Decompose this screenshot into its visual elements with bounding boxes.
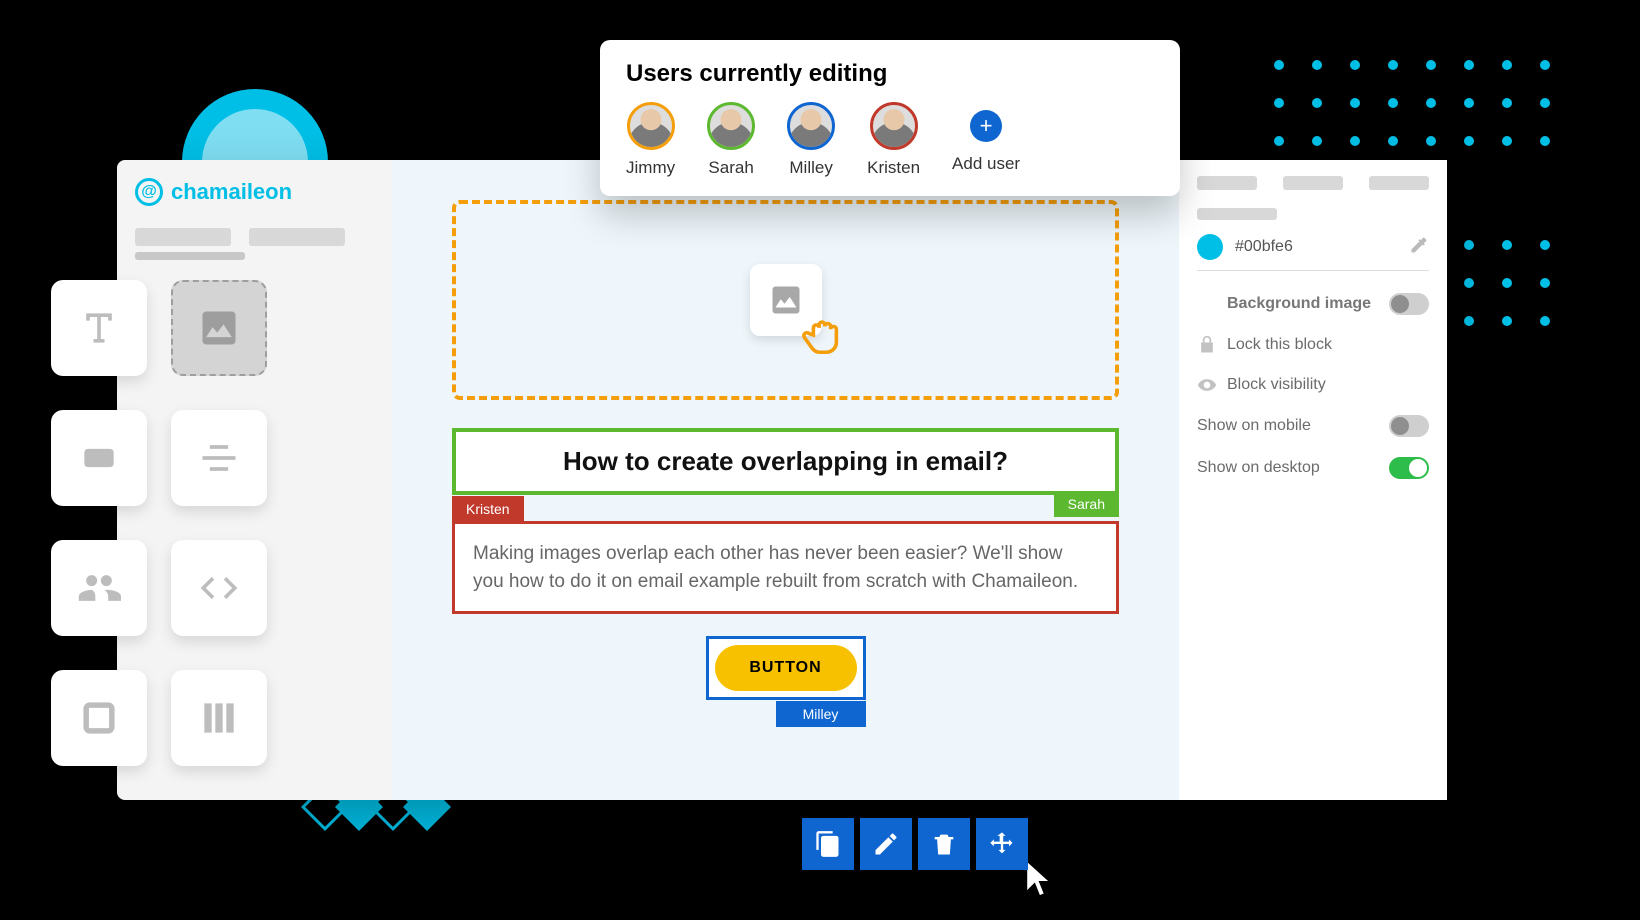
delete-button[interactable]: [918, 818, 970, 870]
body-block[interactable]: Kristen Making images overlap each other…: [452, 521, 1119, 614]
show-mobile-label: Show on mobile: [1197, 417, 1311, 435]
duplicate-button[interactable]: [802, 818, 854, 870]
show-mobile-row: Show on mobile: [1197, 415, 1429, 437]
avatar: [707, 102, 755, 150]
users-list: Jimmy Sarah Milley Kristen + Add user: [626, 102, 1154, 178]
box-icon: [77, 696, 121, 740]
text-icon: [77, 306, 121, 350]
eye-icon: [1197, 375, 1217, 395]
lock-block-row[interactable]: Lock this block: [1197, 335, 1429, 355]
lock-label: Lock this block: [1227, 336, 1332, 354]
bg-image-row: Background image: [1197, 293, 1429, 315]
image-icon: [197, 306, 241, 350]
image-dropzone[interactable]: [452, 200, 1119, 400]
headline-text: How to create overlapping in email?: [468, 446, 1103, 477]
duplicate-icon: [814, 830, 842, 858]
block-visibility-row: Block visibility: [1197, 375, 1429, 395]
user-name: Milley: [787, 158, 835, 178]
user-jimmy[interactable]: Jimmy: [626, 102, 675, 178]
button-block[interactable]: BUTTON Milley: [706, 636, 866, 700]
brand: @ chamaileon: [135, 178, 374, 206]
decor-half-circle: [182, 89, 328, 162]
lock-icon: [1197, 335, 1217, 355]
columns-icon: [197, 696, 241, 740]
visibility-label: Block visibility: [1227, 376, 1326, 394]
user-milley[interactable]: Milley: [787, 102, 835, 178]
edit-icon: [872, 830, 900, 858]
divider-icon: [197, 436, 241, 480]
background-color-row[interactable]: #00bfe6: [1197, 234, 1429, 271]
decor-dot-grid: [1274, 60, 1550, 146]
palette-people[interactable]: [51, 540, 147, 636]
eyedropper-icon: [1409, 235, 1429, 255]
bg-image-label: Background image: [1227, 295, 1371, 313]
stub-tabs: [135, 228, 374, 246]
trash-icon: [930, 830, 958, 858]
plus-icon: +: [970, 110, 1002, 142]
code-icon: [197, 566, 241, 610]
block-icon: [77, 436, 121, 480]
at-icon: @: [135, 178, 163, 206]
block-toolbar: [802, 818, 1028, 870]
user-name: Kristen: [867, 158, 920, 178]
color-hex: #00bfe6: [1235, 238, 1397, 256]
brand-name: chamaileon: [171, 179, 292, 205]
avatar: [870, 102, 918, 150]
bg-image-toggle[interactable]: [1389, 293, 1429, 315]
palette-divider[interactable]: [171, 410, 267, 506]
stub-bar: [135, 252, 245, 260]
user-name: Sarah: [707, 158, 755, 178]
edit-button[interactable]: [860, 818, 912, 870]
grab-hand-icon: [799, 312, 845, 363]
show-mobile-toggle[interactable]: [1389, 415, 1429, 437]
user-kristen[interactable]: Kristen: [867, 102, 920, 178]
user-name: Jimmy: [626, 158, 675, 178]
palette-code[interactable]: [171, 540, 267, 636]
eyedropper-button[interactable]: [1409, 235, 1429, 260]
add-user-button[interactable]: + Add user: [952, 102, 1020, 174]
color-swatch[interactable]: [1197, 234, 1223, 260]
headline-block[interactable]: How to create overlapping in email? Sara…: [452, 428, 1119, 495]
avatar: [787, 102, 835, 150]
collab-tag-milley: Milley: [776, 701, 866, 727]
settings-sidebar: #00bfe6 Background image Lock this block…: [1179, 160, 1447, 800]
add-user-label: Add user: [952, 154, 1020, 174]
cta-button[interactable]: BUTTON: [715, 645, 857, 691]
app-window: @ chamaileon How to create overlapping i…: [117, 160, 1447, 800]
show-desktop-row: Show on desktop: [1197, 457, 1429, 479]
palette-text[interactable]: [51, 280, 147, 376]
user-sarah[interactable]: Sarah: [707, 102, 755, 178]
show-desktop-toggle[interactable]: [1389, 457, 1429, 479]
body-text: Making images overlap each other has nev…: [473, 543, 1078, 592]
users-popover: Users currently editing Jimmy Sarah Mill…: [600, 40, 1180, 196]
move-button[interactable]: [976, 818, 1028, 870]
avatar: [627, 102, 675, 150]
element-palette: [51, 280, 267, 766]
collab-tag-sarah: Sarah: [1054, 491, 1119, 517]
show-desktop-label: Show on desktop: [1197, 459, 1320, 477]
editor-canvas: How to create overlapping in email? Sara…: [392, 160, 1179, 800]
people-icon: [77, 566, 121, 610]
palette-columns[interactable]: [171, 670, 267, 766]
palette-box[interactable]: [51, 670, 147, 766]
collab-tag-kristen: Kristen: [452, 496, 524, 522]
palette-block[interactable]: [51, 410, 147, 506]
move-icon: [988, 830, 1016, 858]
users-popover-title: Users currently editing: [626, 60, 1154, 88]
palette-image[interactable]: [171, 280, 267, 376]
